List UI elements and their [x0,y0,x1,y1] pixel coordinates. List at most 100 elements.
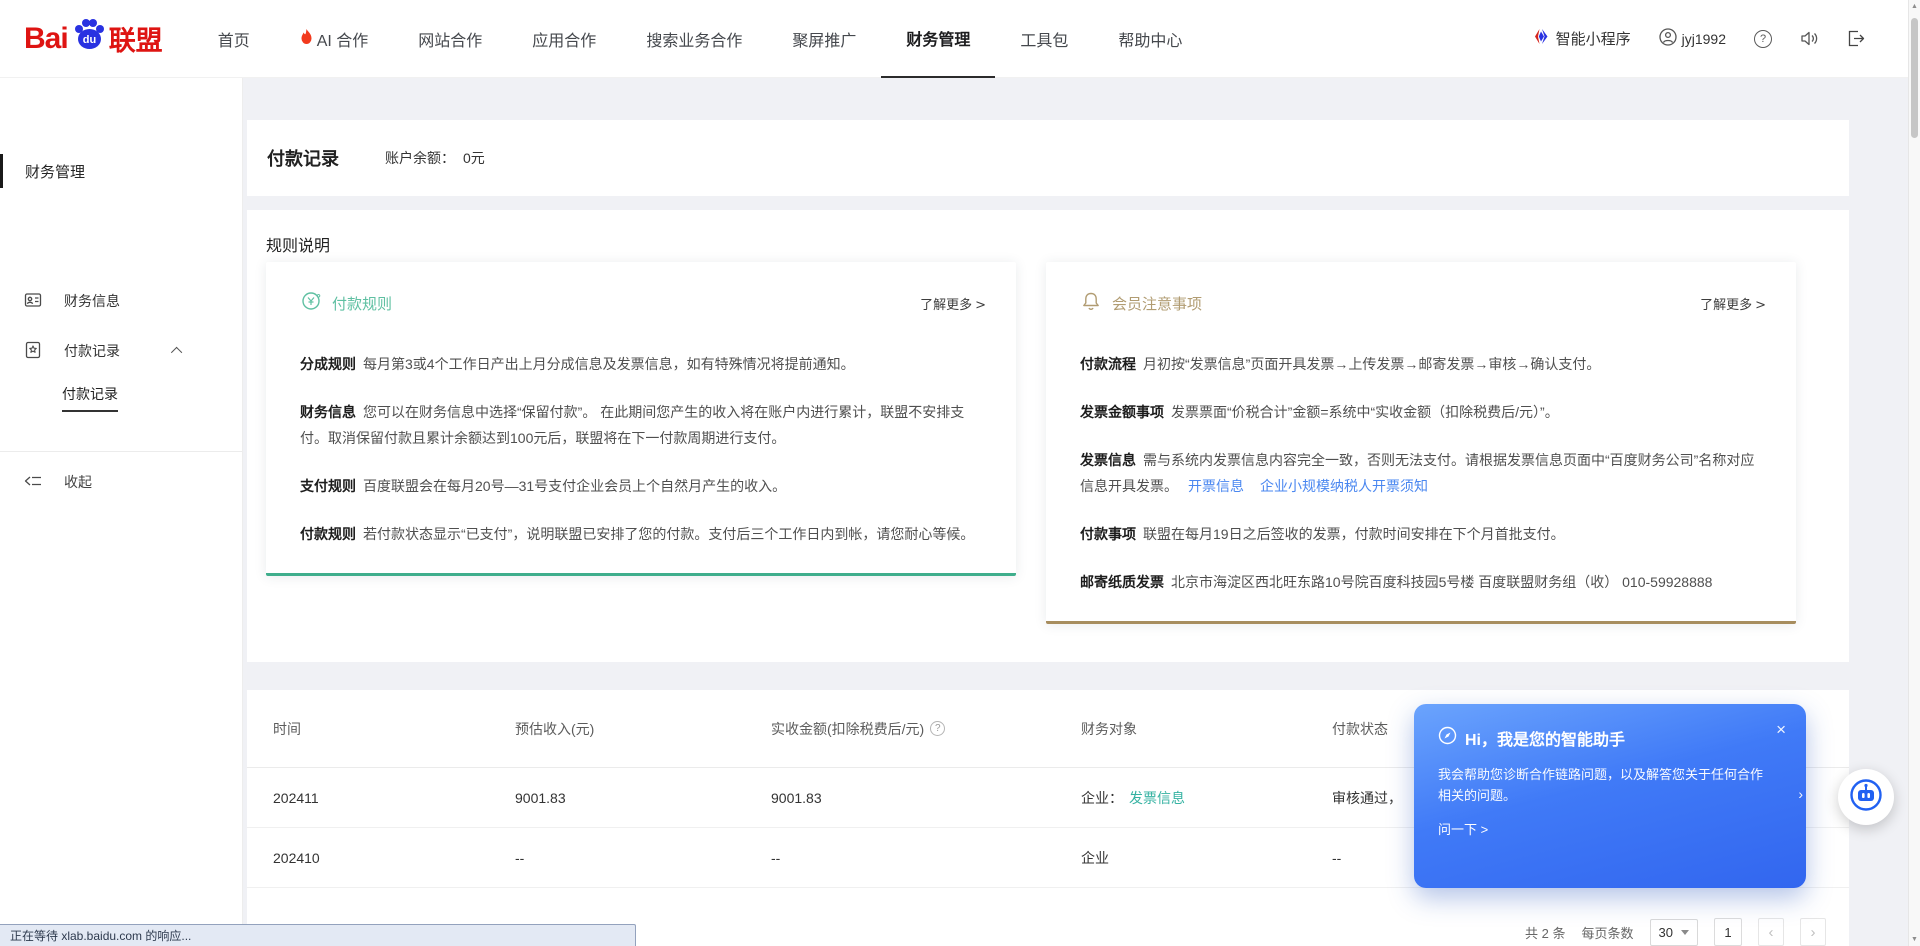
browser-status-bar: 正在等待 xlab.baidu.com 的响应... [0,924,636,946]
sound-icon[interactable] [1800,30,1819,47]
assistant-expand-arrow[interactable]: › [1798,786,1803,802]
miniprogram-icon [1533,28,1550,49]
nav-item-home[interactable]: 首页 [193,0,275,78]
learn-more-link[interactable]: 了解更多> [1700,294,1766,313]
baidu-paw-icon: du [71,16,107,57]
col-finance-target: 财务对象 [1081,719,1332,739]
col-time: 时间 [273,719,515,739]
sidebar-collapse-button[interactable]: 收起 [0,464,242,500]
per-page-label: 每页条数 [1582,923,1634,942]
balance-label: 账户余额： [385,150,455,166]
collapse-icon [24,473,42,492]
learn-more-link[interactable]: 了解更多> [920,294,986,313]
baidu-union-logo[interactable]: Bai du 联盟 [24,18,163,59]
cell-finance-target: 企业 [1081,848,1332,868]
pagination: 共 2 条 每页条数 30 1 ‹ › [1525,918,1826,946]
coin-icon [300,290,322,317]
nav-right-tools: 智能小程序 jyj1992 ? [1533,28,1865,49]
rules-panel: 规则说明 付款规则 了解更多> 分成规则每月第3或4个工作日产出上月分成信息及发… [247,210,1849,662]
nav-item-search-cooperation[interactable]: 搜索业务合作 [621,0,767,78]
balance-value: 0元 [463,150,485,166]
total-count: 共 2 条 [1525,923,1565,942]
rule-item: 付款流程月初按“发票信息”页面开具发票→上传发票→邮寄发票→审核→确认支付。 [1080,351,1762,377]
compass-icon [1438,726,1457,750]
cell-time: 202410 [273,850,515,866]
chevron-down-icon [1681,930,1689,935]
sidebar-item-payment-records[interactable]: 付款记录 [0,327,242,375]
chevron-up-icon [171,347,182,358]
finance-info-icon [24,291,42,312]
sidebar-subitem-payment-records[interactable]: 付款记录 [0,377,242,419]
smart-assistant-popup: Hi，我是您的智能助手 × 我会帮助您诊断合作链路问题，以及解答您关于任何合作相… [1414,704,1806,888]
rule-item: 邮寄纸质发票北京市海淀区西北旺东路10号院百度科技园5号楼 百度联盟财务组（收）… [1080,569,1762,595]
cell-finance-target: 企业：发票信息 [1081,788,1332,808]
nav-item-help-center[interactable]: 帮助中心 [1093,0,1207,78]
scroll-down-arrow[interactable]: ▼ [1909,936,1920,943]
rule-item: 支付规则百度联盟会在每月20号—31号支付企业会员上个自然月产生的收入。 [300,473,982,499]
rule-item: 财务信息您可以在财务信息中选择“保留付款”。 在此期间您产生的收入将在账户内进行… [300,399,982,451]
nav-item-screen-promotion[interactable]: 聚屏推广 [767,0,881,78]
logo-text-union: 联盟 [109,19,163,58]
page-header-panel: 付款记录 账户余额： 0元 [247,120,1849,196]
ask-now-link[interactable]: 问一下 > [1438,819,1488,838]
close-icon[interactable]: × [1776,720,1786,740]
smart-miniprogram-link[interactable]: 智能小程序 [1533,28,1631,49]
col-actual-amount: 实收金额(扣除税费后/元) ? [771,719,1081,739]
sidebar: 财务管理 财务信息 付款记录 付款记录 [0,78,243,946]
card-title: 会员注意事项 [1112,293,1202,314]
sidebar-item-finance-info[interactable]: 财务信息 [0,277,242,325]
question-icon[interactable]: ? [930,721,945,736]
member-notes-card: 会员注意事项 了解更多> 付款流程月初按“发票信息”页面开具发票→上传发票→邮寄… [1046,262,1796,624]
nav-item-app-cooperation[interactable]: 应用合作 [507,0,621,78]
invoice-info-cell-link[interactable]: 发票信息 [1129,790,1185,806]
vertical-scrollbar[interactable]: ▲ ▼ [1908,0,1920,946]
help-icon[interactable]: ? [1754,30,1772,48]
cell-time: 202411 [273,790,515,806]
rule-item: 发票信息需与系统内发票信息内容完全一致，否则无法支付。请根据发票信息页面中“百度… [1080,447,1762,499]
prev-page-button[interactable]: ‹ [1758,918,1784,946]
account-balance: 账户余额： 0元 [385,148,485,168]
cell-actual: 9001.83 [771,790,1081,806]
nav-item-website-cooperation[interactable]: 网站合作 [393,0,507,78]
page-title: 付款记录 [267,145,339,171]
nav-item-finance-management[interactable]: 财务管理 [881,0,995,78]
svg-text:du: du [82,34,95,46]
card-title: 付款规则 [332,293,392,314]
logout-icon[interactable] [1847,30,1865,47]
user-account[interactable]: jyj1992 [1659,28,1726,49]
cell-estimated: 9001.83 [515,790,771,806]
rule-item: 付款事项联盟在每月19日之后签收的发票，付款时间安排在下个月首批支付。 [1080,521,1762,547]
sidebar-divider [0,451,242,452]
nav-item-ai-cooperation[interactable]: AI 合作 [275,0,394,78]
payment-records-icon [24,341,42,362]
top-navigation: Bai du 联盟 首页 AI 合作 网站合作 应用合作 搜索业务合作 聚屏推广… [0,0,1920,78]
nav-item-toolkit[interactable]: 工具包 [995,0,1093,78]
assistant-float-button[interactable] [1838,769,1894,825]
scrollbar-thumb[interactable] [1911,18,1918,138]
cell-actual: -- [771,850,1081,866]
rule-item: 发票金额事项发票票面“价税合计”金额=系统中“实收金额（扣除税费后/元）”。 [1080,399,1762,425]
page-number-button[interactable]: 1 [1714,918,1742,946]
assistant-title: Hi，我是您的智能助手 [1465,726,1625,750]
assistant-message: 我会帮助您诊断合作链路问题，以及解答您关于任何合作相关的问题。 [1438,764,1774,806]
bell-icon [1080,290,1102,317]
scroll-up-arrow[interactable]: ▲ [1909,3,1920,10]
logo-text-bai: Bai [24,22,68,56]
next-page-button[interactable]: › [1800,918,1826,946]
cell-estimated: -- [515,850,771,866]
active-section-indicator [0,154,3,188]
sidebar-section-finance-management[interactable]: 财务管理 [0,154,242,188]
small-taxpayer-guide-link[interactable]: 企业小规模纳税人开票须知 [1260,478,1428,494]
user-icon [1659,28,1677,49]
col-estimated-income: 预估收入(元) [515,719,771,739]
per-page-select[interactable]: 30 [1650,919,1698,946]
nav-menu: 首页 AI 合作 网站合作 应用合作 搜索业务合作 聚屏推广 财务管理 工具包 … [193,0,1208,78]
rule-item: 分成规则每月第3或4个工作日产出上月分成信息及发票信息，如有特殊情况将提前通知。 [300,351,982,377]
flame-icon [300,29,313,50]
payment-rules-card: 付款规则 了解更多> 分成规则每月第3或4个工作日产出上月分成信息及发票信息，如… [266,262,1016,576]
chevron-right-icon: > [975,298,986,313]
robot-icon [1849,778,1883,817]
invoice-info-link[interactable]: 开票信息 [1188,478,1244,494]
chevron-right-icon: > [1755,298,1766,313]
rules-heading: 规则说明 [266,236,1849,258]
